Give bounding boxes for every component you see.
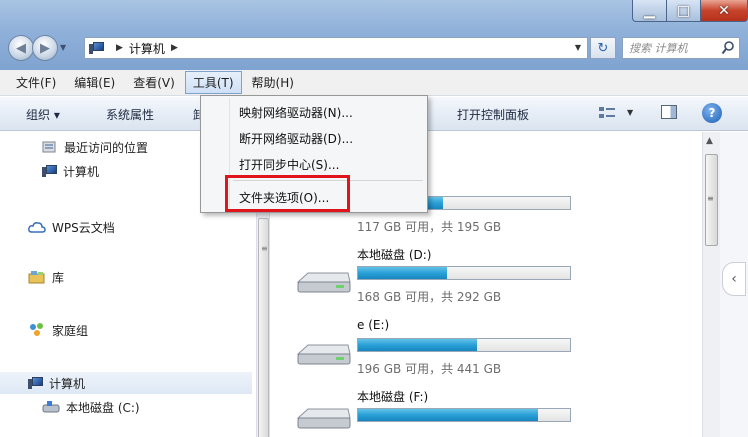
scroll-up-icon[interactable]: ▲: [706, 136, 713, 146]
drive-usage-fill: [358, 339, 477, 351]
sidebar-item-wps-cloud[interactable]: WPS云文档: [0, 216, 252, 238]
organize-button[interactable]: 组织 ▾: [26, 106, 60, 123]
drive-free-space: 196 GB 可用，共 441 GB: [357, 362, 502, 376]
scrollbar-grip-icon: ≡: [261, 244, 268, 253]
back-button[interactable]: ◀: [8, 35, 34, 61]
hard-disk-icon: [296, 408, 351, 429]
minimize-icon: ▁: [644, 2, 655, 19]
hard-disk-icon: [296, 344, 351, 365]
breadcrumb-computer[interactable]: 计算机: [129, 40, 165, 57]
computer-icon: [89, 42, 104, 54]
sidebar-item-label: 本地磁盘 (C:): [66, 400, 140, 415]
sidebar-item-label: 家庭组: [52, 323, 89, 338]
change-view-icon[interactable]: [598, 105, 618, 121]
navigation-bar: ◀ ▶ ▼ ▶ 计算机 ▶ ▼ ↻ 搜索 计算机: [8, 32, 740, 62]
drive-name: 本地磁盘 (D:): [357, 248, 432, 262]
window-controls: ▁ □ ✕: [632, 0, 748, 22]
open-control-panel-button[interactable]: 打开控制面板: [457, 106, 529, 123]
close-button[interactable]: ✕: [700, 0, 748, 22]
menu-help[interactable]: 帮助(H): [244, 71, 302, 94]
refresh-button[interactable]: ↻: [590, 37, 616, 59]
sidebar-item-local-disk-c[interactable]: 本地磁盘 (C:): [0, 396, 252, 418]
sidebar-item-library[interactable]: 库: [0, 266, 252, 288]
back-arrow-icon: ◀: [16, 40, 26, 56]
search-placeholder: 搜索 计算机: [629, 42, 688, 55]
computer-icon: [28, 377, 43, 389]
window-title-bar: ▁ □ ✕ ◀ ▶ ▼ ▶ 计算机 ▶ ▼ ↻ 搜索 计算机: [0, 0, 748, 70]
scrollbar-grip-icon: ≡: [707, 194, 714, 203]
system-properties-button[interactable]: 系统属性: [106, 106, 154, 123]
forward-button[interactable]: ▶: [32, 35, 58, 61]
help-icon[interactable]: ?: [702, 103, 722, 123]
menu-file[interactable]: 文件(F): [8, 71, 64, 94]
drive-item[interactable]: 本地磁盘 (D:) 168 GB 可用，共 292 GB: [272, 244, 702, 324]
view-options-dropdown-icon[interactable]: ▼: [627, 108, 633, 117]
maximize-button[interactable]: □: [666, 0, 700, 22]
drive-name: 本地磁盘 (F:): [357, 390, 429, 404]
cloud-icon: [28, 222, 46, 233]
drive-icon: [42, 401, 60, 413]
sidebar-item-computer[interactable]: 计算机: [0, 372, 252, 394]
sidebar-item-label: 计算机: [49, 376, 86, 391]
preview-pane-icon[interactable]: [661, 105, 677, 119]
recent-places-icon: [42, 141, 56, 153]
drive-name: e (E:): [357, 318, 390, 332]
menu-tools[interactable]: 工具(T): [184, 71, 242, 94]
menu-item-disconnect-network-drive[interactable]: 断开网络驱动器(D)...: [239, 130, 353, 147]
computer-icon: [42, 165, 57, 177]
highlight-annotation-box: [225, 175, 350, 212]
sidebar-item-homegroup[interactable]: 家庭组: [0, 319, 252, 341]
address-bar[interactable]: ▶ 计算机 ▶ ▼: [84, 37, 588, 59]
refresh-icon: ↻: [597, 40, 609, 56]
collapse-pane-button[interactable]: ‹: [722, 262, 746, 296]
drive-item[interactable]: 本地磁盘 (F:): [272, 386, 702, 437]
sidebar-item-label: 计算机: [63, 164, 100, 179]
drive-free-space: 168 GB 可用，共 292 GB: [357, 290, 502, 304]
hard-disk-icon: [296, 272, 351, 293]
menu-bar: 文件(F) 编辑(E) 查看(V) 工具(T) 帮助(H): [0, 70, 748, 96]
menu-view[interactable]: 查看(V): [125, 71, 183, 94]
drive-item[interactable]: e (E:) 196 GB 可用，共 441 GB: [272, 316, 702, 396]
chevron-left-icon: ‹: [731, 271, 737, 287]
drive-usage-bar: [357, 338, 571, 352]
minimize-button[interactable]: ▁: [632, 0, 666, 22]
menu-item-open-sync-center[interactable]: 打开同步中心(S)...: [239, 156, 339, 173]
drive-free-space: 117 GB 可用，共 195 GB: [357, 220, 502, 234]
library-icon: [28, 271, 45, 284]
recent-pages-dropdown-icon[interactable]: ▼: [60, 43, 66, 52]
breadcrumb-chevron-icon[interactable]: ▶: [116, 43, 123, 53]
forward-arrow-icon: ▶: [40, 40, 50, 56]
homegroup-icon: [30, 323, 43, 336]
sidebar-item-label: 最近访问的位置: [64, 140, 149, 155]
menu-item-map-network-drive[interactable]: 映射网络驱动器(N)...: [239, 104, 353, 121]
content-scrollbar[interactable]: ▲ ≡: [702, 132, 720, 437]
drive-usage-bar: [357, 266, 571, 280]
search-input[interactable]: 搜索 计算机: [622, 37, 740, 59]
sidebar-item-label: WPS云文档: [52, 220, 115, 235]
address-history-dropdown-icon[interactable]: ▼: [575, 43, 581, 52]
close-icon: ✕: [718, 2, 730, 19]
drive-usage-bar: [357, 408, 571, 422]
maximize-icon: □: [676, 2, 691, 19]
search-icon[interactable]: [721, 40, 735, 56]
breadcrumb-chevron-icon[interactable]: ▶: [171, 43, 178, 53]
sidebar-item-label: 库: [52, 270, 65, 285]
menu-edit[interactable]: 编辑(E): [66, 71, 123, 94]
drive-usage-fill: [358, 409, 539, 421]
drive-usage-fill: [358, 267, 448, 279]
